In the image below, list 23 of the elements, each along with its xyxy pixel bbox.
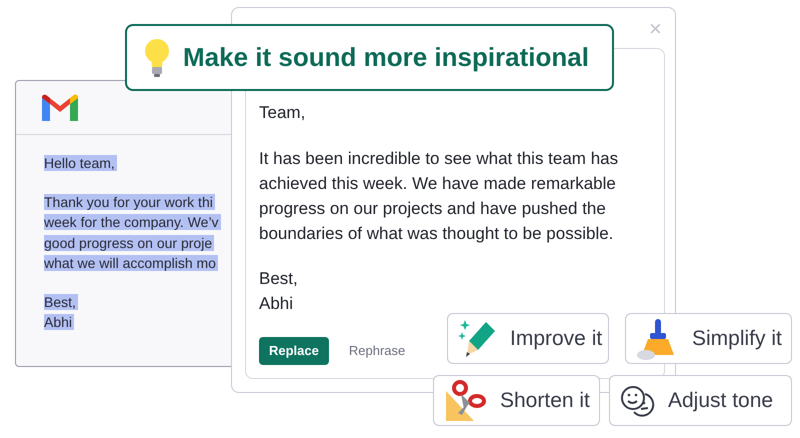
signoff-text: Best, (259, 268, 299, 290)
action-button[interactable]: Adjust tone (609, 375, 792, 426)
rephrase-button[interactable]: Rephrase (346, 337, 408, 365)
name-text: Abhi (259, 293, 294, 315)
email-text: Hello team, (44, 155, 117, 171)
faces-icon (620, 384, 656, 416)
email-text: Best, (44, 294, 78, 310)
action-button[interactable]: Shorten it (433, 375, 600, 426)
pencil-icon (458, 318, 498, 360)
mail-logo-icon (42, 94, 78, 121)
greeting-text: Team, (259, 102, 306, 124)
rewritten-paragraph: It has been incredible to see what this team has achieved this week. We have made remarkable progress on our projects and have pushed the boundaries of what was thought to be possible. (259, 148, 620, 245)
email-text: Thank you for your work thi (44, 194, 215, 210)
email-text: Abhi (44, 314, 74, 330)
action-button[interactable]: Improve it (447, 313, 609, 364)
scissors-icon (444, 378, 488, 422)
email-text: good progress on our proje (44, 234, 214, 250)
prompt-text: Make it sound more inspirational (183, 41, 589, 74)
replace-button[interactable]: Replace (259, 337, 329, 365)
action-button[interactable]: Simplify it (625, 313, 792, 364)
email-text: what we will accomplish mo (44, 255, 218, 271)
email-text: week for the company. We’v (44, 214, 221, 230)
light-bulb-icon (143, 38, 171, 78)
